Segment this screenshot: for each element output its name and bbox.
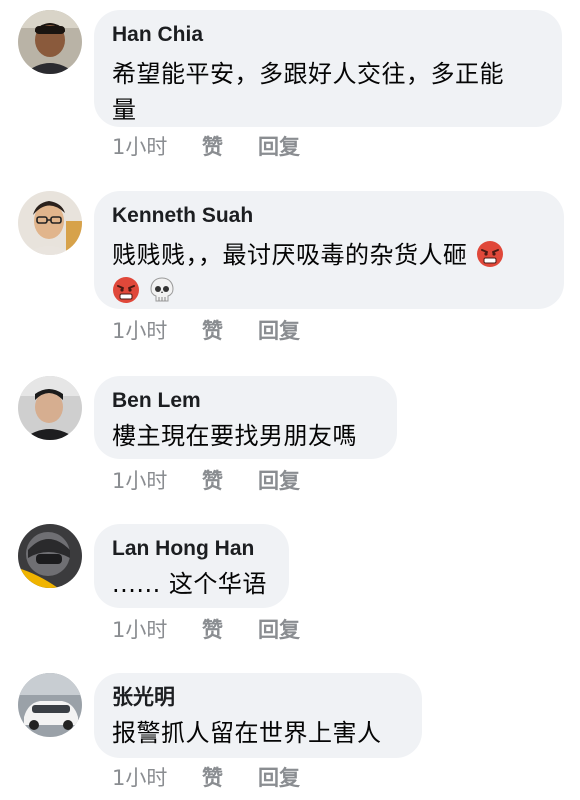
comment-author[interactable]: Han Chia xyxy=(112,22,540,48)
avatar[interactable] xyxy=(18,673,82,737)
like-button[interactable]: 赞 xyxy=(202,762,258,792)
comment-actions: 1小时 赞 回复 xyxy=(112,315,318,345)
reply-button[interactable]: 回复 xyxy=(258,465,318,495)
comment-author[interactable]: 张光明 xyxy=(112,685,400,711)
comment-timestamp[interactable]: 1小时 xyxy=(112,465,202,495)
comment-text: 报警抓人留在世界上害人 xyxy=(112,719,382,747)
comment-text: 樓主現在要找男朋友嗎 xyxy=(112,422,357,450)
reply-button[interactable]: 回复 xyxy=(258,315,318,345)
comment-text: 希望能平安，多跟好人交往，多正能 量 xyxy=(112,56,540,128)
comment-timestamp[interactable]: 1小时 xyxy=(112,315,202,345)
comment-timestamp[interactable]: 1小时 xyxy=(112,131,202,161)
comment-bubble: Ben Lem 樓主現在要找男朋友嗎 xyxy=(94,376,397,459)
avatar[interactable] xyxy=(18,524,82,588)
comment-bubble: 张光明 报警抓人留在世界上害人 xyxy=(94,673,422,758)
comment-actions: 1小时 赞 回复 xyxy=(112,762,318,792)
comment-actions: 1小时 赞 回复 xyxy=(112,465,318,495)
like-button[interactable]: 赞 xyxy=(202,614,258,644)
avatar[interactable] xyxy=(18,191,82,255)
comment-text: 贱贱贱，，最讨厌吸毒的杂货人砸 xyxy=(112,237,542,309)
comment-actions: 1小时 赞 回复 xyxy=(112,131,318,161)
comment-author[interactable]: Ben Lem xyxy=(112,388,375,414)
comment-bubble: Han Chia 希望能平安，多跟好人交往，多正能 量 xyxy=(94,10,562,127)
angry-face-emoji xyxy=(476,240,504,268)
comment-text-line: 贱贱贱，，最讨厌吸毒的杂货人砸 xyxy=(112,241,468,269)
reply-button[interactable]: 回复 xyxy=(258,131,318,161)
avatar[interactable] xyxy=(18,376,82,440)
comment-text: ...... 这个华语 xyxy=(112,570,267,598)
comment-timestamp[interactable]: 1小时 xyxy=(112,762,202,792)
reply-button[interactable]: 回复 xyxy=(258,614,318,644)
skull-emoji xyxy=(148,276,176,304)
comment-actions: 1小时 赞 回复 xyxy=(112,614,318,644)
comment-timestamp[interactable]: 1小时 xyxy=(112,614,202,644)
like-button[interactable]: 赞 xyxy=(202,315,258,345)
reply-button[interactable]: 回复 xyxy=(258,762,318,792)
comment-text-line: 量 xyxy=(112,96,137,124)
like-button[interactable]: 赞 xyxy=(202,131,258,161)
avatar[interactable] xyxy=(18,10,82,74)
like-button[interactable]: 赞 xyxy=(202,465,258,495)
comment-author[interactable]: Lan Hong Han xyxy=(112,536,267,562)
angry-face-emoji xyxy=(112,276,140,304)
comment-text-line: 希望能平安，多跟好人交往，多正能 xyxy=(112,60,504,88)
comment-bubble: Lan Hong Han ...... 这个华语 xyxy=(94,524,289,608)
comment-author[interactable]: Kenneth Suah xyxy=(112,203,542,229)
comment-bubble: Kenneth Suah 贱贱贱，，最讨厌吸毒的杂货人砸 xyxy=(94,191,564,309)
